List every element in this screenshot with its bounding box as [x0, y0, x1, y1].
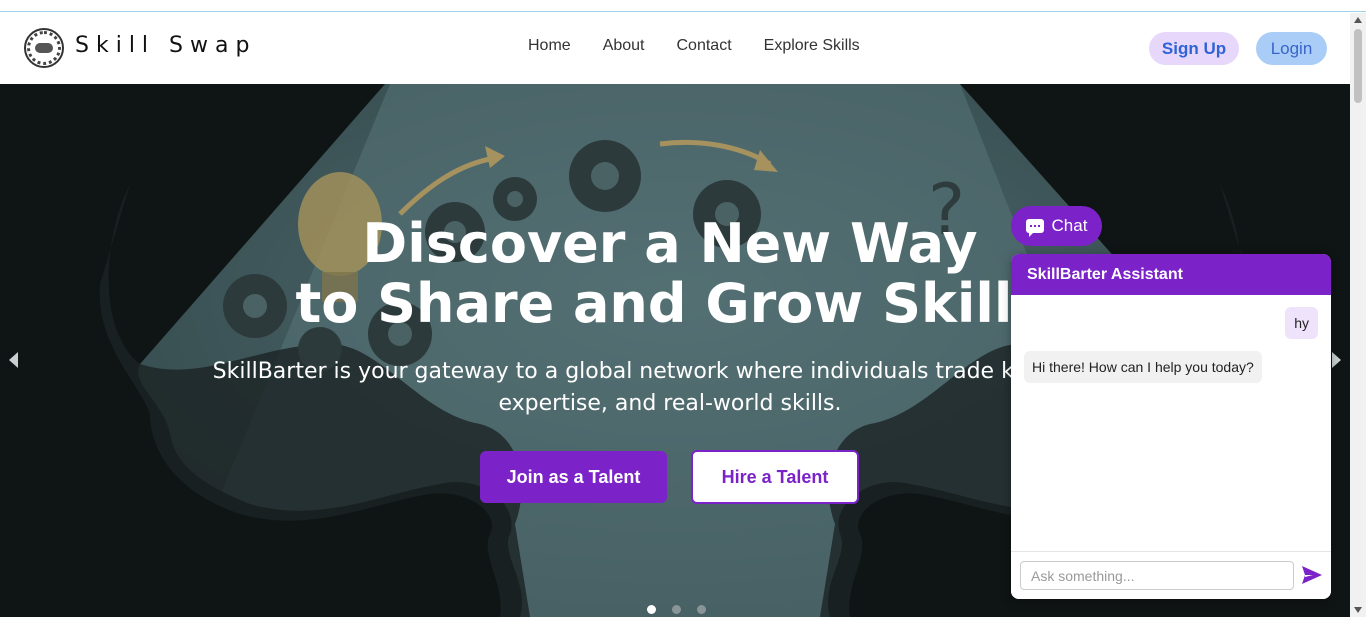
browser-top-edge [0, 0, 1366, 12]
hire-talent-button[interactable]: Hire a Talent [691, 450, 859, 504]
carousel-prev-icon[interactable] [9, 352, 18, 368]
chat-toggle-label: Chat [1051, 216, 1088, 235]
chat-toggle-button[interactable]: Chat [1011, 206, 1102, 246]
carousel-next-icon[interactable] [1332, 352, 1341, 368]
navbar: Skill Swap Home About Contact Explore Sk… [0, 13, 1350, 84]
login-button[interactable]: Login [1256, 32, 1327, 65]
chat-footer [1011, 551, 1331, 599]
chat-bubble-icon [1025, 219, 1044, 237]
hero-title-line2: to Share and Grow Skills [295, 272, 1045, 335]
hero-subtitle-line2: expertise, and real-world skills. [498, 391, 842, 416]
carousel-dot-2[interactable] [672, 605, 681, 614]
chat-header: SkillBarter Assistant [1011, 254, 1331, 295]
join-as-talent-button[interactable]: Join as a Talent [480, 451, 667, 503]
sign-up-button[interactable]: Sign Up [1149, 32, 1239, 65]
nav-home[interactable]: Home [528, 37, 571, 55]
carousel-dot-1[interactable] [647, 605, 656, 614]
scroll-down-icon[interactable] [1354, 607, 1362, 613]
scroll-up-icon[interactable] [1354, 17, 1362, 23]
carousel-dot-3[interactable] [697, 605, 706, 614]
brand-name[interactable]: Skill Swap [75, 33, 256, 58]
chat-input[interactable] [1020, 561, 1294, 590]
carousel-indicators [647, 605, 706, 614]
chat-panel: SkillBarter Assistant hy Hi there! How c… [1011, 254, 1331, 599]
send-icon [1302, 566, 1322, 584]
nav-links: Home About Contact Explore Skills [528, 37, 860, 55]
chat-message-bot: Hi there! How can I help you today? [1024, 351, 1262, 383]
nav-contact[interactable]: Contact [677, 37, 732, 55]
hero-subtitle-line1: SkillBarter is your gateway to a global … [212, 359, 1128, 384]
hero-title-line1: Discover a New Way [362, 212, 978, 275]
send-button[interactable] [1301, 565, 1323, 585]
nav-about[interactable]: About [603, 37, 645, 55]
chat-message-user: hy [1285, 307, 1318, 339]
logo-icon[interactable] [24, 28, 64, 68]
nav-explore-skills[interactable]: Explore Skills [764, 37, 860, 55]
page-scrollbar[interactable] [1350, 13, 1366, 617]
scroll-thumb[interactable] [1354, 29, 1362, 103]
